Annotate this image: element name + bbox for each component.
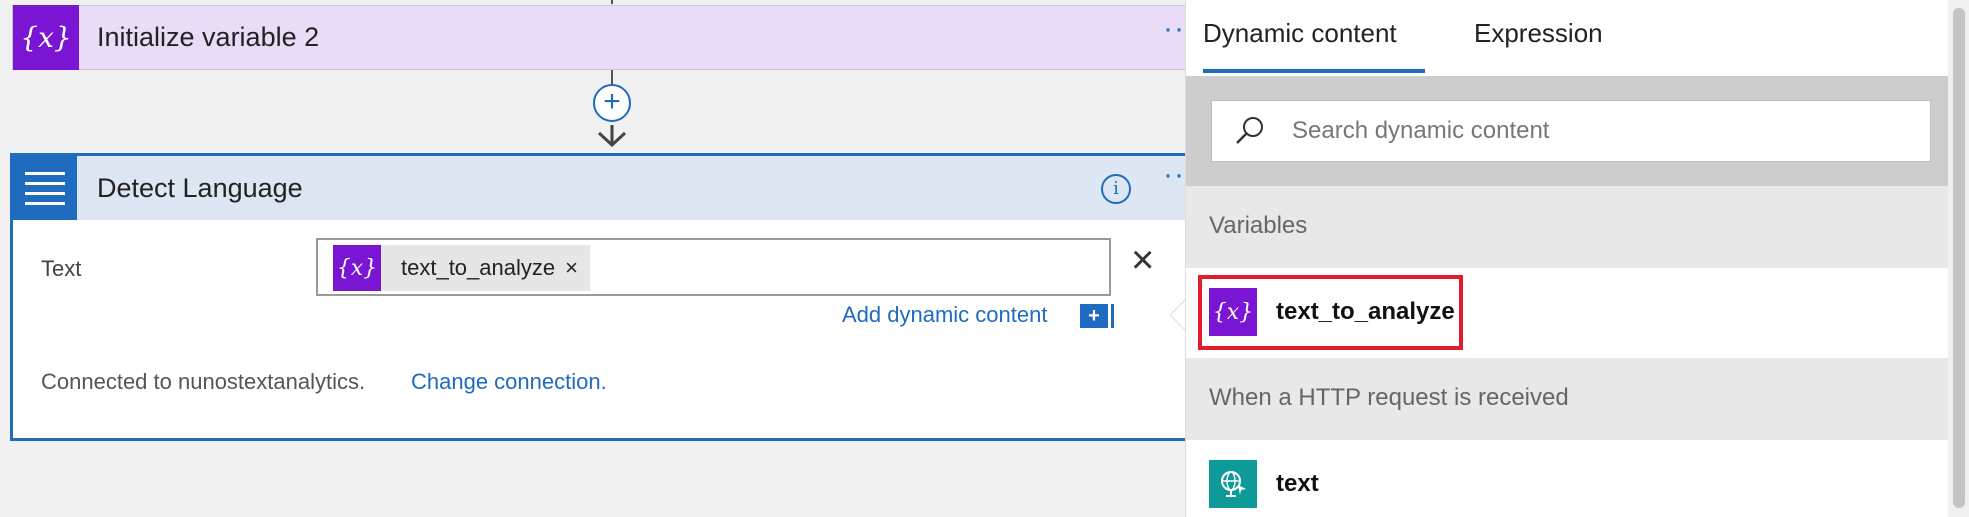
change-connection-link[interactable]: Change connection.: [411, 369, 607, 395]
connector-line: [611, 0, 613, 4]
scrollbar[interactable]: [1948, 0, 1969, 517]
token-label: text_to_analyze: [401, 255, 556, 280]
add-dynamic-content-button[interactable]: +: [1080, 304, 1114, 328]
card-header[interactable]: Detect Language i: [13, 156, 1192, 220]
highlight-box: [1198, 275, 1463, 350]
arrow-down-icon: [597, 125, 627, 147]
dynamic-content-panel: Dynamic content Expression Variables {x}…: [1185, 0, 1969, 517]
list-item-text-to-analyze[interactable]: {x} text_to_analyze: [1186, 268, 1948, 358]
variable-icon: {x}: [333, 245, 381, 291]
text-input[interactable]: {x} text_to_analyze ×: [316, 238, 1111, 296]
detect-language-card: Detect Language i Text {x} text_to_analy…: [10, 153, 1195, 441]
connection-status: Connected to nunostextanalytics.: [41, 369, 366, 394]
list-item-text[interactable]: text: [1186, 440, 1948, 517]
add-step-button[interactable]: +: [593, 84, 631, 122]
text-analytics-icon: [13, 156, 77, 220]
search-box[interactable]: [1211, 100, 1931, 162]
search-area: [1186, 76, 1969, 186]
active-tab-indicator: [1203, 69, 1425, 73]
variable-icon: {x}: [13, 5, 79, 70]
http-request-icon: [1209, 460, 1257, 508]
card-title: Initialize variable 2: [97, 22, 320, 52]
section-label: When a HTTP request is received: [1209, 384, 1569, 411]
remove-token-icon[interactable]: ×: [565, 255, 578, 281]
close-icon[interactable]: ×: [1131, 238, 1154, 283]
search-input[interactable]: [1292, 111, 1912, 151]
scrollbar-thumb[interactable]: [1953, 8, 1965, 508]
card-title: Detect Language: [97, 172, 303, 203]
section-header-variables: Variables: [1186, 186, 1948, 268]
dynamic-token[interactable]: {x} text_to_analyze ×: [333, 245, 590, 291]
tab-dynamic-content[interactable]: Dynamic content: [1203, 18, 1397, 49]
panel-tabs: Dynamic content Expression: [1186, 0, 1969, 76]
section-label: Variables: [1209, 212, 1308, 239]
search-icon: [1236, 117, 1263, 144]
section-header-http-request: When a HTTP request is received: [1186, 358, 1948, 440]
initialize-variable-card[interactable]: {x} Initialize variable 2: [12, 5, 1192, 70]
add-dynamic-content-link[interactable]: Add dynamic content: [842, 302, 1047, 328]
tab-expression[interactable]: Expression: [1474, 18, 1603, 49]
text-field-label: Text: [41, 256, 82, 281]
info-icon[interactable]: i: [1101, 174, 1131, 204]
item-label: text: [1276, 470, 1319, 497]
